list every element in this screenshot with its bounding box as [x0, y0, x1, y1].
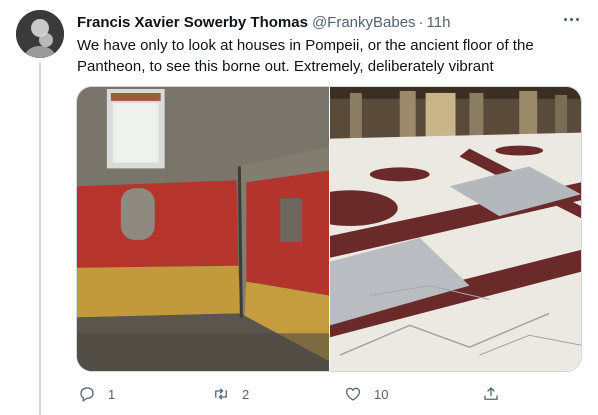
heart-icon: [345, 387, 361, 401]
share-icon: [484, 387, 498, 400]
tweet-header: Francis Xavier Sowerby Thomas @FrankyBab…: [77, 13, 582, 33]
media-image-pompeii[interactable]: [77, 87, 329, 371]
reply-button[interactable]: 1: [78, 380, 115, 408]
like-count: 10: [374, 386, 389, 402]
more-dot-icon: [563, 17, 567, 21]
media-grid: [76, 86, 582, 372]
retweet-count: 2: [242, 386, 250, 402]
retweet-button[interactable]: 2: [212, 380, 249, 408]
user-handle[interactable]: @FrankyBabes: [312, 13, 416, 33]
tweet-actions: 1 2 10: [76, 380, 516, 408]
avatar-image: [16, 10, 64, 58]
like-button[interactable]: 10: [344, 380, 388, 408]
share-button[interactable]: [482, 380, 500, 408]
thread-connector-line: [39, 62, 41, 415]
timestamp[interactable]: 11h: [427, 13, 451, 33]
retweet-icon: [215, 388, 227, 400]
tweet-text: We have only to look at houses in Pompei…: [77, 37, 534, 75]
avatar[interactable]: [16, 10, 64, 58]
separator-dot: ·: [418, 14, 424, 31]
reply-count: 1: [108, 386, 116, 402]
pompeii-room-image: [77, 87, 329, 371]
reply-icon: [80, 387, 94, 402]
media-image-pantheon[interactable]: [330, 87, 581, 371]
more-dot-icon: [575, 17, 579, 21]
more-dot-icon: [569, 17, 573, 21]
more-options-button[interactable]: [560, 8, 582, 30]
pantheon-floor-image: [330, 87, 581, 371]
display-name[interactable]: Francis Xavier Sowerby Thomas: [77, 13, 308, 33]
